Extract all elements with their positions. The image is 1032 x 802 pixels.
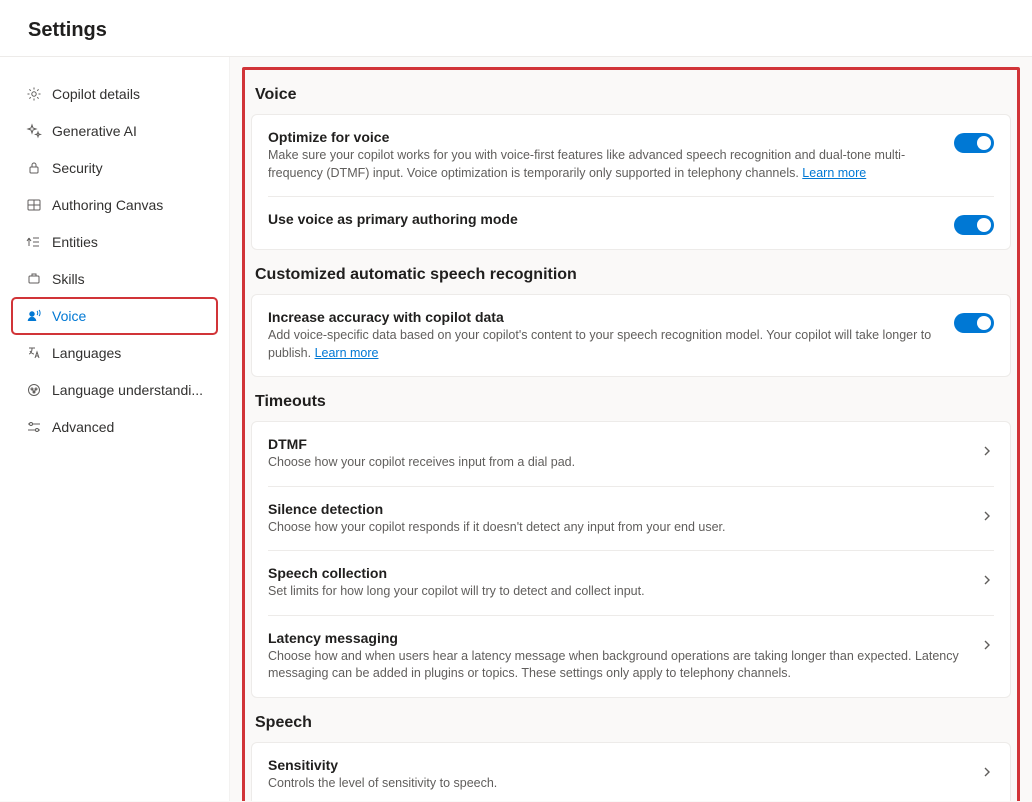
canvas-icon (26, 197, 42, 213)
optimize-title: Optimize for voice (268, 129, 934, 145)
settings-sidebar: Copilot details Generative AI Security A… (0, 57, 230, 801)
section-title-casr: Customized automatic speech recognition (255, 266, 1007, 284)
sliders-icon (26, 419, 42, 435)
speech-item-desc: Controls the level of sensitivity to spe… (268, 775, 960, 793)
accuracy-learn-more-link[interactable]: Learn more (315, 346, 379, 360)
timeouts-speech-collection-row[interactable]: Speech collection Set limits for how lon… (268, 550, 994, 615)
accuracy-row: Increase accuracy with copilot data Add … (268, 295, 994, 376)
voice-icon (26, 308, 42, 324)
timeouts-dtmf-row[interactable]: DTMF Choose how your copilot receives in… (268, 422, 994, 486)
lock-icon (26, 160, 42, 176)
section-title-voice: Voice (255, 86, 1007, 104)
sidebar-item-label: Copilot details (52, 86, 140, 102)
optimize-learn-more-link[interactable]: Learn more (802, 166, 866, 180)
skills-icon (26, 271, 42, 287)
timeouts-item-title: Silence detection (268, 501, 960, 517)
languages-icon (26, 345, 42, 361)
sidebar-item-entities[interactable]: Entities (12, 224, 217, 260)
sidebar-item-label: Language understandi... (52, 382, 203, 398)
accuracy-desc: Add voice-specific data based on your co… (268, 327, 934, 362)
speech-sensitivity-row[interactable]: Sensitivity Controls the level of sensit… (268, 743, 994, 802)
section-title-timeouts: Timeouts (255, 393, 1007, 411)
sidebar-item-label: Advanced (52, 419, 114, 435)
close-button[interactable] (980, 18, 1004, 42)
accuracy-toggle[interactable] (954, 313, 994, 333)
timeouts-item-desc: Choose how your copilot responds if it d… (268, 519, 960, 537)
sidebar-item-language-understanding[interactable]: Language understandi... (12, 372, 217, 408)
chevron-right-icon (980, 509, 994, 523)
sidebar-item-skills[interactable]: Skills (12, 261, 217, 297)
speech-item-title: Sensitivity (268, 757, 960, 773)
primary-mode-row: Use voice as primary authoring mode (268, 196, 994, 249)
optimize-desc: Make sure your copilot works for you wit… (268, 147, 934, 182)
casr-card: Increase accuracy with copilot data Add … (251, 294, 1011, 377)
sidebar-item-label: Languages (52, 345, 121, 361)
voice-card: Optimize for voice Make sure your copilo… (251, 114, 1011, 250)
primary-mode-toggle[interactable] (954, 215, 994, 235)
content-highlight-box: Voice Optimize for voice Make sure your … (242, 67, 1020, 801)
accuracy-title: Increase accuracy with copilot data (268, 309, 934, 325)
gear-icon (26, 86, 42, 102)
sidebar-item-voice[interactable]: Voice (12, 298, 217, 334)
timeouts-item-title: Speech collection (268, 565, 960, 581)
sidebar-item-advanced[interactable]: Advanced (12, 409, 217, 445)
sidebar-item-label: Authoring Canvas (52, 197, 163, 213)
sparkle-icon (26, 123, 42, 139)
timeouts-card: DTMF Choose how your copilot receives in… (251, 421, 1011, 698)
speech-card: Sensitivity Controls the level of sensit… (251, 742, 1011, 802)
sidebar-item-label: Generative AI (52, 123, 137, 139)
timeouts-item-desc: Choose how your copilot receives input f… (268, 454, 960, 472)
timeouts-item-title: Latency messaging (268, 630, 960, 646)
settings-header: Settings (0, 0, 1032, 57)
sidebar-item-label: Voice (52, 308, 86, 324)
sidebar-item-label: Skills (52, 271, 85, 287)
page-title: Settings (28, 19, 107, 42)
chevron-right-icon (980, 444, 994, 458)
sidebar-item-languages[interactable]: Languages (12, 335, 217, 371)
timeouts-silence-row[interactable]: Silence detection Choose how your copilo… (268, 486, 994, 551)
timeouts-item-desc: Choose how and when users hear a latency… (268, 648, 960, 683)
optimize-toggle[interactable] (954, 133, 994, 153)
sidebar-item-label: Entities (52, 234, 98, 250)
section-title-speech: Speech (255, 714, 1007, 732)
chevron-right-icon (980, 638, 994, 652)
chevron-right-icon (980, 765, 994, 779)
sidebar-item-security[interactable]: Security (12, 150, 217, 186)
sidebar-item-authoring-canvas[interactable]: Authoring Canvas (12, 187, 217, 223)
timeouts-item-desc: Set limits for how long your copilot wil… (268, 583, 960, 601)
optimize-for-voice-row: Optimize for voice Make sure your copilo… (268, 115, 994, 196)
brain-icon (26, 382, 42, 398)
settings-content: Voice Optimize for voice Make sure your … (230, 57, 1032, 801)
sidebar-item-copilot-details[interactable]: Copilot details (12, 76, 217, 112)
timeouts-item-title: DTMF (268, 436, 960, 452)
timeouts-latency-row[interactable]: Latency messaging Choose how and when us… (268, 615, 994, 697)
entities-icon (26, 234, 42, 250)
chevron-right-icon (980, 573, 994, 587)
primary-mode-title: Use voice as primary authoring mode (268, 211, 934, 227)
sidebar-item-generative-ai[interactable]: Generative AI (12, 113, 217, 149)
sidebar-item-label: Security (52, 160, 103, 176)
